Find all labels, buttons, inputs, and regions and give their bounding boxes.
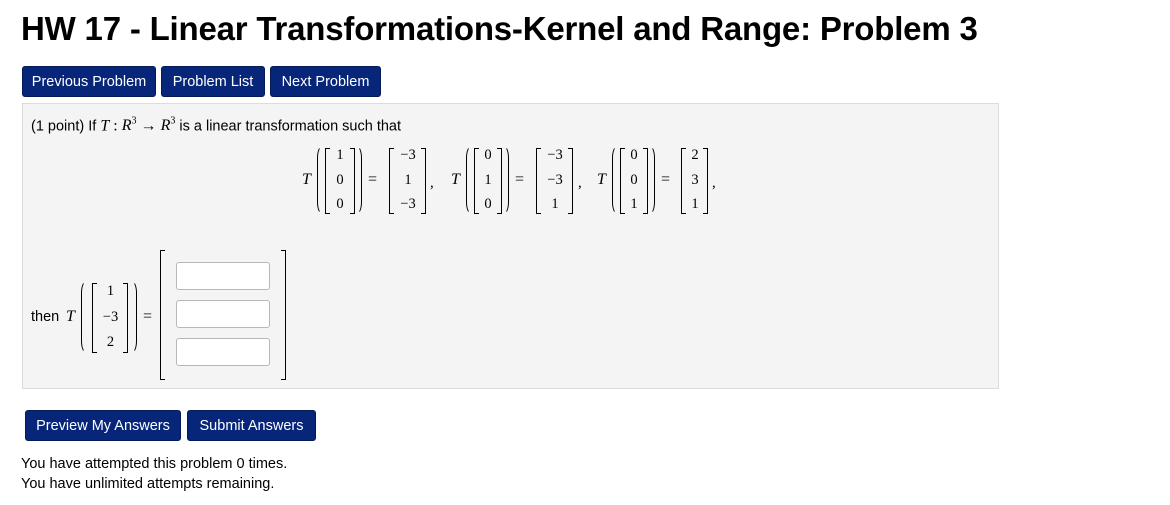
paren-right-3 <box>645 146 655 214</box>
img3-entry-3: 1 <box>691 196 699 212</box>
e2-entry-3: 0 <box>484 196 492 212</box>
vector-e2: 0 1 0 <box>479 147 497 213</box>
img2-entry-3: 1 <box>551 196 559 212</box>
math-exp-domain: 3 <box>131 116 137 127</box>
equals-3: = <box>661 171 671 188</box>
answer-input-1[interactable] <box>176 262 270 290</box>
math-R-domain: R <box>121 117 132 135</box>
vector-query: 1 −3 2 <box>97 283 124 351</box>
bracket-right-img1 <box>421 148 426 214</box>
e3-entry-1: 0 <box>630 147 638 163</box>
e3-entry-2: 0 <box>630 171 638 188</box>
math-arrow: → <box>140 117 157 135</box>
then-label: then <box>31 309 60 325</box>
query-entry-2: −3 <box>102 308 119 325</box>
math-T: T <box>100 117 110 135</box>
submit-answers-button[interactable]: Submit Answers <box>187 410 316 441</box>
comma-2: , <box>578 175 582 191</box>
e2-entry-2: 1 <box>484 171 492 188</box>
math-domain: R3 <box>121 116 137 135</box>
problem-list-button[interactable]: Problem List <box>161 66 265 97</box>
img2-entry-1: −3 <box>547 147 563 163</box>
img1-entry-1: −3 <box>400 147 416 163</box>
e1-entry-1: 1 <box>336 147 344 163</box>
preview-answers-button[interactable]: Preview My Answers <box>25 410 181 441</box>
problem-box <box>22 103 999 389</box>
math-codomain: R3 <box>160 116 176 135</box>
img1-entry-3: −3 <box>400 196 416 212</box>
img1-entry-2: 1 <box>404 171 412 188</box>
img3-entry-2: 3 <box>691 171 699 188</box>
bracket-right-img2 <box>568 148 573 214</box>
query-entry-3: 2 <box>106 334 115 350</box>
equals-1: = <box>368 171 378 188</box>
points-label: (1 point) If <box>31 118 97 135</box>
e1-entry-3: 0 <box>336 196 344 212</box>
paren-right-query <box>127 281 137 353</box>
vector-img3: 2 3 1 <box>686 147 704 213</box>
math-T-2: T <box>451 171 460 188</box>
e3-entry-3: 1 <box>630 196 638 212</box>
img3-entry-1: 2 <box>691 147 699 163</box>
paren-right-2 <box>499 146 509 214</box>
paren-right-1 <box>352 146 362 214</box>
bracket-left-answer <box>160 250 165 380</box>
page-title: HW 17 - Linear Transformations-Kernel an… <box>21 10 978 47</box>
vector-e3: 0 0 1 <box>625 147 643 213</box>
intro-suffix: is a linear transformation such that <box>179 118 402 135</box>
previous-problem-button[interactable]: Previous Problem <box>22 66 156 97</box>
next-problem-button[interactable]: Next Problem <box>270 66 381 97</box>
paren-left-query <box>81 281 91 353</box>
remaining-text: You have unlimited attempts remaining. <box>21 476 275 492</box>
equals-query: = <box>143 308 153 325</box>
math-colon: : <box>113 117 118 135</box>
comma-1: , <box>430 175 434 191</box>
e2-entry-1: 0 <box>484 147 492 163</box>
vector-img1: −3 1 −3 <box>394 147 422 213</box>
comma-3: , <box>712 175 716 191</box>
query-entry-1: 1 <box>106 283 115 299</box>
bracket-right-img3 <box>703 148 708 214</box>
attempts-text: You have attempted this problem 0 times. <box>21 456 288 472</box>
answer-input-2[interactable] <box>176 300 270 328</box>
math-T-3: T <box>597 171 606 188</box>
problem-intro: (1 point) If T : R3 → R3 is a linear tra… <box>31 116 401 135</box>
bracket-right-answer <box>281 250 286 380</box>
img2-entry-2: −3 <box>547 171 563 188</box>
e1-entry-2: 0 <box>336 171 344 188</box>
math-T-query: T <box>66 308 75 325</box>
math-T-1: T <box>302 171 311 188</box>
math-R-codomain: R <box>160 117 171 135</box>
answer-input-3[interactable] <box>176 338 270 366</box>
bracket-left-1 <box>325 148 330 214</box>
vector-e1: 1 0 0 <box>331 147 349 213</box>
math-exp-codomain: 3 <box>170 116 176 127</box>
equals-2: = <box>515 171 525 188</box>
vector-img2: −3 −3 1 <box>541 147 569 213</box>
